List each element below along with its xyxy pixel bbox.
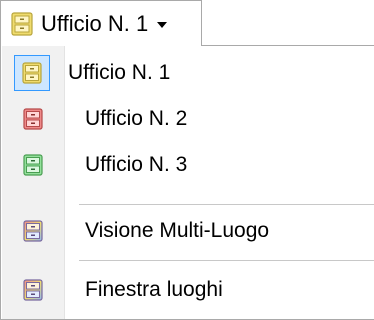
menu-separator [79, 204, 374, 206]
menu-item-visione-multi-luogo[interactable]: Visione Multi-Luogo [2, 213, 374, 249]
menu-item-label: Finestra luoghi [85, 278, 223, 301]
menu-item-label: Ufficio N. 1 [68, 61, 171, 84]
location-dropdown-button[interactable]: Ufficio N. 1 [0, 0, 202, 46]
menu-item-icon-cell [2, 101, 64, 137]
menu-item-finestra-luoghi[interactable]: Finestra luoghi [2, 272, 374, 308]
cabinet-multicolor-icon [23, 220, 43, 242]
dropdown-label: Ufficio N. 1 [41, 10, 149, 36]
cabinet-red-icon [23, 108, 43, 130]
menu-item-label: Ufficio N. 3 [85, 153, 188, 176]
menu-separator [79, 260, 374, 262]
checked-indicator [14, 55, 50, 91]
menu-item-icon-cell [2, 213, 64, 249]
menu-item-ufficio-1[interactable]: Ufficio N. 1 [2, 55, 374, 91]
cabinet-green-icon [23, 154, 43, 176]
menu-item-ufficio-3[interactable]: Ufficio N. 3 [2, 147, 374, 183]
cabinet-multicolor-icon [23, 279, 43, 301]
menu-item-icon-cell [2, 272, 64, 308]
menu-item-ufficio-2[interactable]: Ufficio N. 2 [2, 101, 374, 137]
cabinet-yellow-icon [22, 62, 42, 84]
cabinet-yellow-icon [11, 11, 33, 36]
caret-down-icon [157, 22, 168, 28]
menu-item-icon-cell [2, 147, 64, 183]
menu-item-label: Ufficio N. 2 [85, 107, 188, 130]
location-menu: Ufficio N. 1 Ufficio N. 2 Ufficio N. 3 V… [0, 45, 374, 320]
menu-item-label: Visione Multi-Luogo [85, 219, 270, 242]
